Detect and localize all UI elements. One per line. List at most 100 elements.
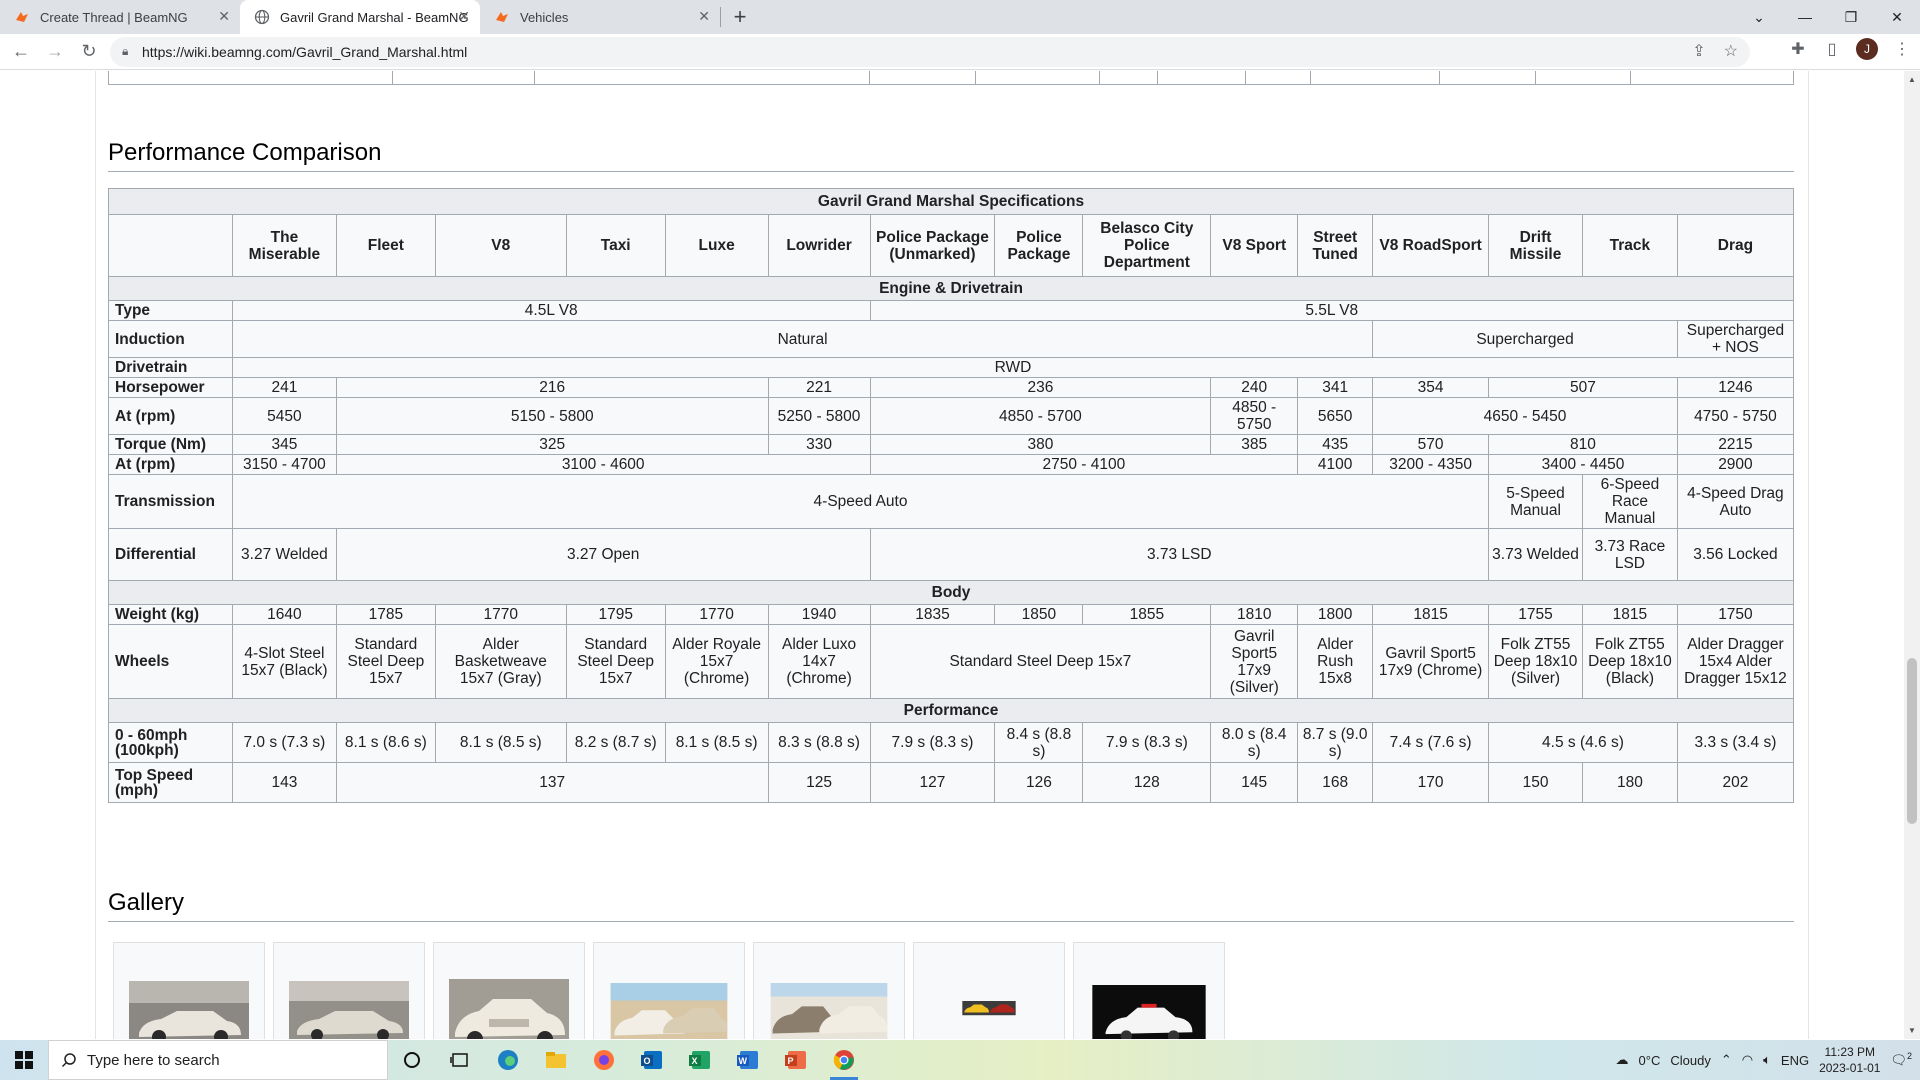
row-header: Differential bbox=[108, 528, 233, 581]
engine-rows: Type 4.5L V8 5.5L V8 Induction Natural Superc… bbox=[108, 300, 1795, 581]
tab-create-thread[interactable]: Create Thread | BeamNG ✕ bbox=[0, 0, 240, 34]
maximize-button[interactable]: ❐ bbox=[1828, 0, 1874, 34]
car-image bbox=[610, 983, 728, 1039]
search-icon bbox=[61, 1053, 76, 1068]
tab-gavril-grand-marshal[interactable]: Gavril Grand Marshal - BeamNG ✕ bbox=[240, 0, 480, 34]
row-header: Induction bbox=[108, 320, 233, 358]
beamng-logo-icon bbox=[496, 12, 508, 22]
col-header: Lowrider bbox=[767, 214, 871, 277]
weather-temp[interactable]: 0°C bbox=[1639, 1053, 1661, 1068]
row-header: Horsepower bbox=[108, 377, 233, 398]
table-cell: Alder Luxo 14x7 (Chrome) bbox=[767, 624, 871, 699]
table-cell: 3.3 s (3.4 s) bbox=[1676, 722, 1795, 763]
table-cell: 3200 - 4350 bbox=[1372, 454, 1490, 475]
row-header: Top Speed (mph) bbox=[108, 762, 233, 803]
url-text: https://wiki.beamng.com/Gavril_Grand_Mar… bbox=[142, 44, 468, 60]
close-window-button[interactable]: ✕ bbox=[1874, 0, 1920, 34]
gallery-thumbnail[interactable] bbox=[753, 942, 905, 1039]
car-image bbox=[449, 979, 569, 1039]
tab-vehicles[interactable]: Vehicles ✕ bbox=[480, 0, 720, 34]
close-icon[interactable]: ✕ bbox=[698, 8, 710, 25]
col-header: Belasco City Police Department bbox=[1082, 214, 1212, 277]
file-explorer-icon[interactable] bbox=[532, 1040, 580, 1080]
reload-icon[interactable]: ↻ bbox=[72, 35, 106, 69]
cortana-icon[interactable] bbox=[388, 1040, 436, 1080]
gallery-thumbnail[interactable] bbox=[433, 942, 585, 1039]
cloud-icon: ☁ bbox=[1615, 1052, 1629, 1067]
notification-icon[interactable]: 🗨︎2 bbox=[1890, 1051, 1912, 1068]
close-icon[interactable]: ✕ bbox=[218, 8, 230, 25]
outlook-icon[interactable]: O bbox=[628, 1040, 676, 1080]
table-cell: 4-Slot Steel 15x7 (Black) bbox=[231, 624, 337, 699]
table-cell: 435 bbox=[1297, 434, 1374, 455]
language-indicator[interactable]: ENG bbox=[1781, 1053, 1809, 1068]
section-heading-gallery: Gallery bbox=[108, 889, 1794, 922]
table-cell: Alder Royale 15x7 (Chrome) bbox=[664, 624, 769, 699]
table-row-tq-rpm: At (rpm) 3150 - 4700 3100 - 4600 2750 - 410… bbox=[108, 454, 1795, 475]
table-cell: 8.0 s (8.4 s) bbox=[1210, 722, 1299, 763]
forward-arrow-icon[interactable]: → bbox=[38, 35, 72, 69]
edge-icon[interactable] bbox=[484, 1040, 532, 1080]
close-icon[interactable]: ✕ bbox=[458, 8, 470, 25]
group-header-engine: Engine & Drivetrain bbox=[108, 276, 1794, 301]
address-bar[interactable]: 🔒︎ https://wiki.beamng.com/Gavril_Grand_… bbox=[110, 37, 1750, 67]
excel-icon[interactable]: X bbox=[676, 1040, 724, 1080]
taskbar-search-input[interactable]: Type here to search bbox=[48, 1040, 388, 1080]
clock[interactable]: 11:23 PM 2023-01-01 bbox=[1819, 1044, 1880, 1076]
new-tab-button[interactable]: + bbox=[725, 0, 755, 34]
table-cell: 1750 bbox=[1676, 604, 1795, 625]
network-icon[interactable]: ◠ bbox=[1742, 1052, 1753, 1068]
table-cell: Alder Basketweave 15x7 (Gray) bbox=[434, 624, 567, 699]
tab-title: Create Thread | BeamNG bbox=[40, 9, 188, 25]
corner-cell bbox=[108, 214, 233, 277]
share-icon[interactable]: ⇪ bbox=[1692, 41, 1705, 61]
gallery-thumbnail[interactable] bbox=[593, 942, 745, 1039]
table-cell: 3.73 Welded bbox=[1488, 528, 1583, 581]
chrome-icon[interactable] bbox=[820, 1040, 868, 1080]
gallery-thumbnail[interactable] bbox=[1073, 942, 1225, 1039]
gallery-thumbnail[interactable] bbox=[913, 942, 1065, 1039]
table-cell: 8.2 s (8.7 s) bbox=[565, 722, 666, 763]
specifications-table: Gavril Grand Marshal Specifications The … bbox=[108, 188, 1795, 803]
puzzle-icon[interactable]: ✚ bbox=[1788, 39, 1808, 59]
star-icon[interactable]: ☆ bbox=[1724, 41, 1738, 61]
powerpoint-icon[interactable]: P bbox=[772, 1040, 820, 1080]
table-cell: Natural bbox=[231, 320, 1374, 358]
table-cell: Standard Steel Deep 15x7 bbox=[335, 624, 436, 699]
windows-start-icon[interactable] bbox=[0, 1040, 48, 1080]
section-heading-performance: Performance Comparison bbox=[108, 139, 1794, 172]
volume-icon[interactable]: 🔈︎ bbox=[1763, 1052, 1771, 1068]
gallery-thumbnail[interactable] bbox=[273, 942, 425, 1039]
table-cell: 1770 bbox=[434, 604, 567, 625]
firefox-icon[interactable] bbox=[580, 1040, 628, 1080]
weather-text[interactable]: Cloudy bbox=[1670, 1053, 1710, 1068]
row-header: Weight (kg) bbox=[108, 604, 233, 625]
table-cell: 216 bbox=[335, 377, 769, 398]
menu-icon[interactable]: ⋮ bbox=[1892, 39, 1912, 59]
row-header: Type bbox=[108, 300, 233, 321]
minimize-button[interactable]: — bbox=[1782, 0, 1828, 34]
sidebar-icon[interactable]: ▯ bbox=[1822, 39, 1842, 59]
vertical-scrollbar[interactable]: ▲ ▼ bbox=[1904, 71, 1920, 1039]
col-header: Taxi bbox=[565, 214, 666, 277]
scrollbar-thumb[interactable] bbox=[1907, 658, 1917, 824]
tab-search-icon[interactable]: ⌄ bbox=[1736, 0, 1782, 34]
scroll-up-icon[interactable]: ▲ bbox=[1908, 75, 1916, 84]
gallery bbox=[113, 942, 1225, 1039]
table-cell: 2900 bbox=[1676, 454, 1795, 475]
lock-icon[interactable]: 🔒︎ bbox=[122, 44, 128, 59]
table-cell: 7.0 s (7.3 s) bbox=[231, 722, 337, 763]
task-view-icon[interactable] bbox=[436, 1040, 484, 1080]
window-controls: ⌄ — ❐ ✕ bbox=[1736, 0, 1920, 34]
gallery-thumbnail[interactable] bbox=[113, 942, 265, 1039]
back-arrow-icon[interactable]: ← bbox=[4, 35, 38, 69]
table-cell: 1855 bbox=[1082, 604, 1212, 625]
scroll-down-icon[interactable]: ▼ bbox=[1908, 1026, 1916, 1035]
col-header: Street Tuned bbox=[1297, 214, 1374, 277]
table-cell: 1770 bbox=[664, 604, 769, 625]
table-cell: Alder Rush 15x8 bbox=[1297, 624, 1374, 699]
word-icon[interactable]: W bbox=[724, 1040, 772, 1080]
table-row-horsepower: Horsepower 241 216 221 236 240 341 354 507 1246 bbox=[108, 377, 1795, 398]
avatar[interactable]: J bbox=[1856, 38, 1878, 60]
chevron-up-icon[interactable]: ⌃ bbox=[1721, 1052, 1732, 1068]
